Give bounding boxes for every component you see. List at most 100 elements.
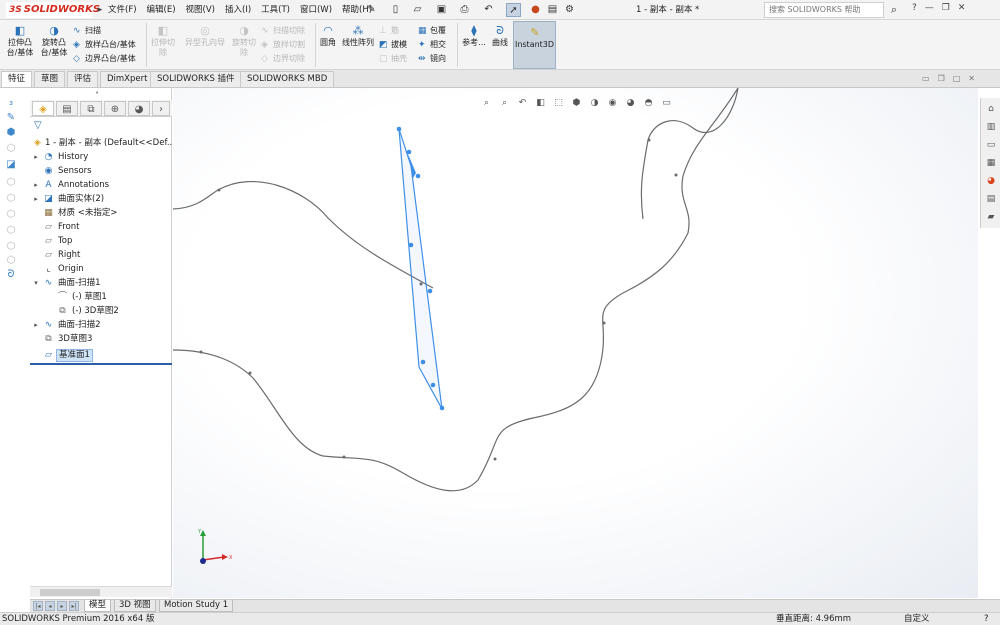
select-icon[interactable]: ➚ — [506, 3, 521, 17]
tree-item-front-plane[interactable]: ▱ Front — [30, 220, 172, 234]
last-tab-icon[interactable]: ▸| — [69, 601, 79, 611]
search-icon[interactable]: ⌕ — [887, 2, 901, 18]
undo-icon[interactable]: ↶ — [481, 3, 496, 17]
intersect-button[interactable]: ✦ 相交 — [418, 38, 446, 52]
loft-boss-button[interactable]: ◈ 放样凸台/基体 — [73, 38, 136, 52]
file-explorer-icon[interactable]: ▭ — [984, 138, 998, 152]
propertymanager-tab-icon[interactable]: ▤ — [56, 101, 78, 116]
edit-appearance-icon[interactable]: ◕ — [624, 96, 637, 110]
menu-edit[interactable]: 编辑(E) — [147, 3, 176, 17]
menu-window[interactable]: 窗口(W) — [300, 3, 332, 17]
tree-item-surface-bodies[interactable]: ▸ ◪ 曲面实体(2) — [30, 192, 172, 206]
tab-addins[interactable]: SOLIDWORKS 插件 — [150, 71, 242, 87]
close-icon[interactable]: ✕ — [958, 3, 966, 13]
sketch-entities-icon[interactable]: ✎ — [4, 111, 18, 125]
menu-view[interactable]: 视图(V) — [186, 3, 215, 17]
3d-sketch-icon[interactable]: ₃ — [4, 96, 18, 110]
forum-icon[interactable]: ▰ — [984, 210, 998, 224]
custom-properties-icon[interactable]: ▤ — [984, 192, 998, 206]
menu-flyout-arrow[interactable]: ▸ — [95, 3, 105, 17]
tree-item-origin[interactable]: ⌞ Origin — [30, 262, 172, 276]
scrollbar-thumb[interactable] — [40, 589, 100, 596]
view-settings-icon[interactable]: ▭ — [660, 96, 673, 110]
design-library-icon[interactable]: ▥ — [984, 120, 998, 134]
surface-icon[interactable]: ◪ — [4, 158, 18, 172]
menu-tools[interactable]: 工具(T) — [261, 3, 290, 17]
unit-system-selector[interactable]: 自定义 — [904, 613, 930, 625]
tree-item-plane1[interactable]: ▱ 基准面1 — [30, 348, 172, 362]
menu-insert[interactable]: 插入(I) — [225, 3, 251, 17]
panel-grip[interactable]: • — [95, 89, 99, 97]
rib-button[interactable]: ⊥ 筋 — [379, 24, 399, 38]
curves-button[interactable]: ᘐ 曲线 — [489, 25, 511, 48]
view-palette-icon[interactable]: ▦ — [984, 156, 998, 170]
new-document-icon[interactable]: ▯ — [388, 3, 403, 17]
tab-evaluate[interactable]: 评估 — [67, 71, 99, 87]
maximize-icon[interactable]: □ — [953, 74, 961, 83]
dimxpert-tab-icon[interactable]: ⊕ — [104, 101, 126, 116]
appearances-icon[interactable]: ◕ — [984, 174, 998, 188]
tree-item-surface-sweep1[interactable]: ▾ ∿ 曲面-扫描1 — [30, 276, 172, 290]
expand-arrow-icon[interactable]: ▸ — [32, 318, 40, 332]
tree-item-3dsketch2[interactable]: ⧉ (-) 3D草图2 — [30, 304, 172, 318]
menu-file[interactable]: 文件(F) — [108, 3, 137, 17]
tab-sketch[interactable]: 草图 — [34, 71, 66, 87]
section-view-icon[interactable]: ◧ — [534, 96, 547, 110]
tree-item-annotations[interactable]: ▸ A Annotations — [30, 178, 172, 192]
lofted-cut-button[interactable]: ◈ 放样切割 — [261, 38, 305, 52]
chevron-right-icon[interactable]: › — [152, 101, 170, 116]
tree-item-top-plane[interactable]: ▱ Top — [30, 234, 172, 248]
linear-pattern-button[interactable]: ⁂ 线性阵列 — [340, 25, 376, 48]
swept-cut-button[interactable]: ∿ 扫描切除 — [261, 24, 305, 38]
tab-features[interactable]: 特征 — [1, 71, 33, 87]
horizontal-scrollbar[interactable] — [30, 586, 172, 597]
instant3d-button[interactable]: ✎ Instant3D — [513, 21, 556, 69]
featuremanager-tab-icon[interactable]: ◈ — [32, 101, 54, 116]
tree-item-right-plane[interactable]: ▱ Right — [30, 248, 172, 262]
graphics-area[interactable] — [173, 88, 978, 598]
save-icon[interactable]: ▣ — [434, 3, 449, 17]
view-orientation-icon[interactable]: ⬢ — [570, 96, 583, 110]
open-icon[interactable]: ▱ — [410, 3, 425, 17]
zoom-to-area-icon[interactable]: ⌕ — [498, 96, 511, 110]
dynamic-annotation-icon[interactable]: ⬚ — [552, 96, 565, 110]
search-help-input[interactable]: 搜索 SOLIDWORKS 帮助 — [764, 2, 884, 18]
tab-3d-view[interactable]: 3D 视图 — [114, 600, 156, 612]
display-style-icon[interactable]: ◑ — [588, 96, 601, 110]
sweep-path-curve-left[interactable] — [173, 181, 434, 289]
tree-item-surface-sweep2[interactable]: ▸ ∿ 曲面-扫描2 — [30, 318, 172, 332]
first-tab-icon[interactable]: |◂ — [33, 601, 43, 611]
revolve-boss-button[interactable]: ◑ 旋转凸 台/基体 — [38, 25, 70, 58]
help-button[interactable]: ? — [984, 613, 989, 625]
display-manager-tab-icon[interactable]: ◕ — [128, 101, 150, 116]
tab-dimxpert[interactable]: DimXpert — [100, 71, 155, 87]
plane-control-point[interactable] — [396, 126, 402, 132]
selected-plane[interactable] — [398, 128, 443, 410]
curve-tool-icon[interactable]: ᘐ — [4, 268, 18, 282]
print-icon[interactable]: ⎙ — [457, 3, 472, 17]
previous-view-icon[interactable]: ↶ — [516, 96, 529, 110]
zoom-to-fit-icon[interactable]: ⌕ — [480, 96, 493, 110]
tab-model[interactable]: 模型 — [84, 600, 112, 612]
revolve-cut-button[interactable]: ◑ 旋转切 除 — [229, 25, 259, 58]
sweep-button[interactable]: ∿ 扫描 — [73, 24, 101, 38]
wrap-button[interactable]: ▦ 包覆 — [418, 24, 446, 38]
plane-control-point[interactable] — [427, 288, 433, 294]
tree-root-part[interactable]: ◈ 1 - 副本 - 副本 (Default<<Def... — [30, 136, 172, 150]
expand-arrow-icon[interactable]: ▸ — [32, 178, 40, 192]
pin-icon[interactable]: ✎ — [364, 3, 379, 17]
boundary-boss-button[interactable]: ◇ 边界凸台/基体 — [73, 52, 136, 66]
shell-button[interactable]: ▢ 抽壳 — [379, 52, 407, 66]
extrude-cut-button[interactable]: ◧ 拉伸切 除 — [148, 25, 178, 58]
restore-icon[interactable]: ❐ — [942, 3, 950, 13]
reference-geometry-button[interactable]: ⧫ 参考... — [460, 25, 488, 48]
profile-curve-bottom[interactable] — [173, 88, 739, 492]
tree-item-material[interactable]: ▦ 材质 <未指定> — [30, 206, 172, 220]
boundary-cut-button[interactable]: ◇ 边界切除 — [261, 52, 305, 66]
draft-button[interactable]: ◩ 拔模 — [379, 38, 407, 52]
hole-wizard-button[interactable]: ◎ 异型孔向导 — [180, 25, 230, 48]
restore-icon[interactable]: ❐ — [938, 74, 945, 83]
tree-item-history[interactable]: ▸ ◔ History — [30, 150, 172, 164]
solidworks-logo[interactable]: 3S SOLIDWORKS — [6, 2, 100, 18]
expand-arrow-icon[interactable]: ▸ — [32, 192, 40, 206]
